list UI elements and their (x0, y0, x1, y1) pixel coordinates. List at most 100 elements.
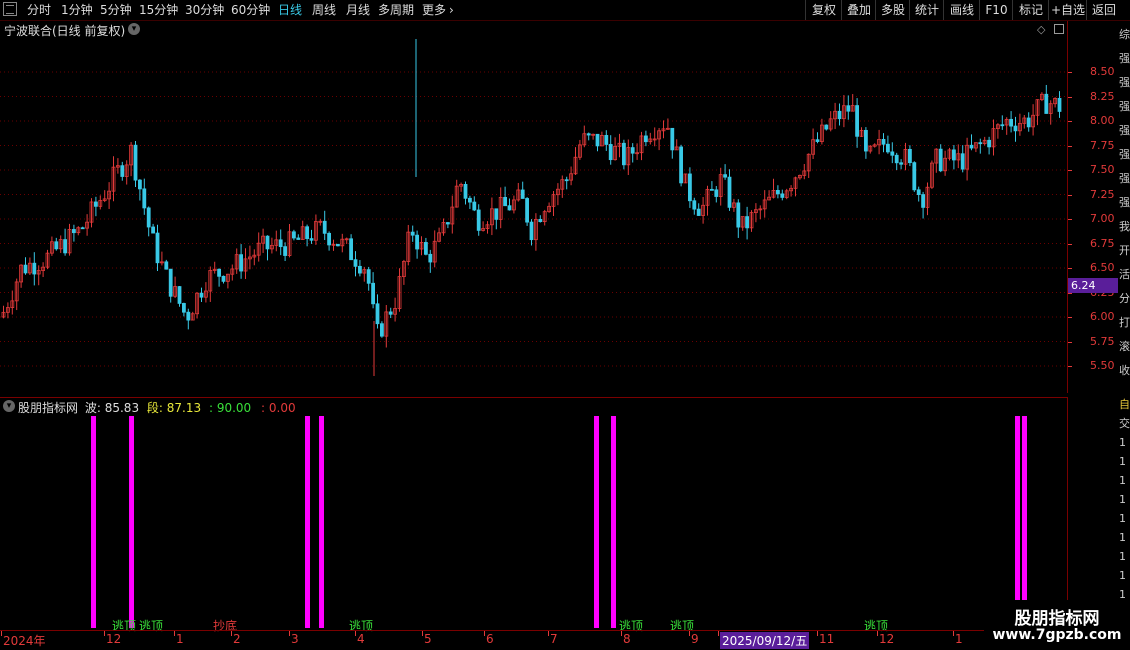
candle-body (886, 143, 890, 153)
signal-spike-bar (305, 416, 310, 628)
watermark: 股朋指标网 www.7gpzb.com (984, 600, 1130, 650)
candle-body (168, 268, 173, 297)
tab-period-10[interactable]: 更多 (422, 2, 446, 18)
candle-body (353, 259, 358, 267)
price-tick-mark (1068, 243, 1072, 245)
tab-period-9[interactable]: 多周期 (378, 2, 414, 18)
candlestick-chart[interactable]: 宁波联合(日线 前复权) ▾ ◇ (0, 21, 1068, 393)
date-tick (817, 631, 818, 636)
toolbar-button-1[interactable]: 叠加 (841, 0, 876, 20)
candle-body (375, 303, 380, 325)
candle-body (815, 139, 820, 142)
candle-body (908, 148, 912, 164)
toolbar-button-3[interactable]: 统计 (909, 0, 944, 20)
watermark-title: 股朋指标网 (1014, 609, 1100, 629)
chevron-right-icon[interactable]: › (449, 2, 454, 18)
candle-body (507, 205, 512, 211)
candle-body (1044, 93, 1049, 114)
price-tick-label: 8.25 (1090, 89, 1115, 103)
price-tick-mark (1068, 96, 1072, 98)
date-tick (484, 631, 485, 636)
price-tick-mark (1068, 341, 1072, 343)
candle-body (133, 144, 138, 181)
candle-body (776, 189, 780, 195)
candle-body (23, 264, 28, 274)
candle-body (969, 144, 974, 149)
toolbar-button-4[interactable]: 画线 (943, 0, 980, 20)
price-tick-label: 8.50 (1090, 65, 1115, 78)
signal-spike-bar (319, 416, 324, 628)
price-tick-label: 5.75 (1090, 334, 1115, 348)
tab-period-0[interactable]: 分时 (27, 2, 51, 18)
side-strip-lower-char: 1 (1119, 493, 1126, 506)
side-strip-lower-char: 1 (1119, 512, 1126, 525)
side-strip-lower-char: 1 (1119, 436, 1126, 449)
date-tick (231, 631, 232, 636)
candle-body (366, 269, 371, 284)
tab-period-7[interactable]: 周线 (312, 2, 336, 18)
toolbar-button-7[interactable]: +自选 (1048, 0, 1087, 20)
candle-body (1009, 118, 1013, 127)
side-panel-strip[interactable]: 综强强强强强强强我开活分打滚收自交1111111111 (1118, 21, 1130, 650)
tab-period-6[interactable]: 日线 (278, 2, 302, 18)
date-label: 7 (550, 632, 558, 646)
candle-body (736, 202, 741, 228)
candle-body (1000, 124, 1005, 127)
price-tick-label: 6.50 (1090, 261, 1115, 274)
candle-body (63, 239, 67, 254)
candle-body (137, 179, 142, 190)
tab-period-8[interactable]: 月线 (346, 2, 370, 18)
current-price-tag: 6.24 (1068, 278, 1118, 293)
candle-body (428, 253, 433, 263)
candle-body (445, 222, 450, 225)
toolbar-button-2[interactable]: 多股 (875, 0, 910, 20)
candle-body (181, 303, 186, 313)
toolbar-button-6[interactable]: 标记 (1012, 0, 1049, 20)
date-axis: 2024年 12 1 2 3 4 5 6 7 8 9 2025/09/12/五 11 12 1 (0, 630, 1068, 650)
price-tick-mark (1068, 145, 1072, 147)
side-strip-char: 滚 (1119, 340, 1130, 353)
tab-period-2[interactable]: 5分钟 (100, 2, 132, 18)
date-label: 5 (424, 632, 432, 646)
toolbar-button-5[interactable]: F10 (979, 0, 1013, 20)
date-tick (174, 631, 175, 636)
tab-period-4[interactable]: 30分钟 (185, 2, 224, 18)
signal-spike-bar (1015, 416, 1020, 628)
candle-body (265, 235, 270, 250)
date-tick (953, 631, 954, 636)
candle-body (199, 292, 204, 298)
side-strip-lower-char: 1 (1119, 474, 1126, 487)
candle-body (938, 148, 943, 172)
candle-body (688, 173, 692, 202)
candle-body (476, 209, 481, 231)
candle-body (371, 282, 376, 305)
candle-body (120, 165, 125, 177)
side-strip-char: 强 (1119, 124, 1130, 137)
date-tick (718, 631, 719, 636)
tab-period-3[interactable]: 15分钟 (139, 2, 178, 18)
date-cursor-label: 2025/09/12/五 (720, 632, 810, 649)
price-tick-mark (1068, 268, 1072, 269)
candle-body (714, 189, 719, 197)
date-label: 3 (291, 632, 299, 646)
menu-icon[interactable] (3, 2, 17, 16)
candle-body (186, 311, 191, 321)
toolbar-button-8[interactable]: 返回 (1086, 0, 1121, 20)
side-strip-char: 活 (1119, 268, 1130, 281)
candle-body (520, 189, 525, 199)
candle-body (146, 207, 151, 228)
candle-body (80, 227, 85, 230)
candle-body (952, 149, 956, 161)
date-label: 9 (691, 632, 699, 646)
side-strip-char: 收 (1119, 364, 1130, 377)
candles-svg (0, 39, 1067, 376)
date-tick (877, 631, 878, 636)
candle-body (291, 231, 296, 239)
toolbar-button-0[interactable]: 复权 (805, 0, 842, 20)
candle-body (745, 216, 749, 229)
tab-period-5[interactable]: 60分钟 (231, 2, 270, 18)
indicator-panel[interactable]: ▾ 股朋指标网 波: 85.83 段: 87.13 : 90.00 : 0.00… (0, 397, 1068, 633)
candle-body (912, 162, 917, 191)
tab-period-1[interactable]: 1分钟 (61, 2, 93, 18)
candle-body (349, 238, 354, 261)
